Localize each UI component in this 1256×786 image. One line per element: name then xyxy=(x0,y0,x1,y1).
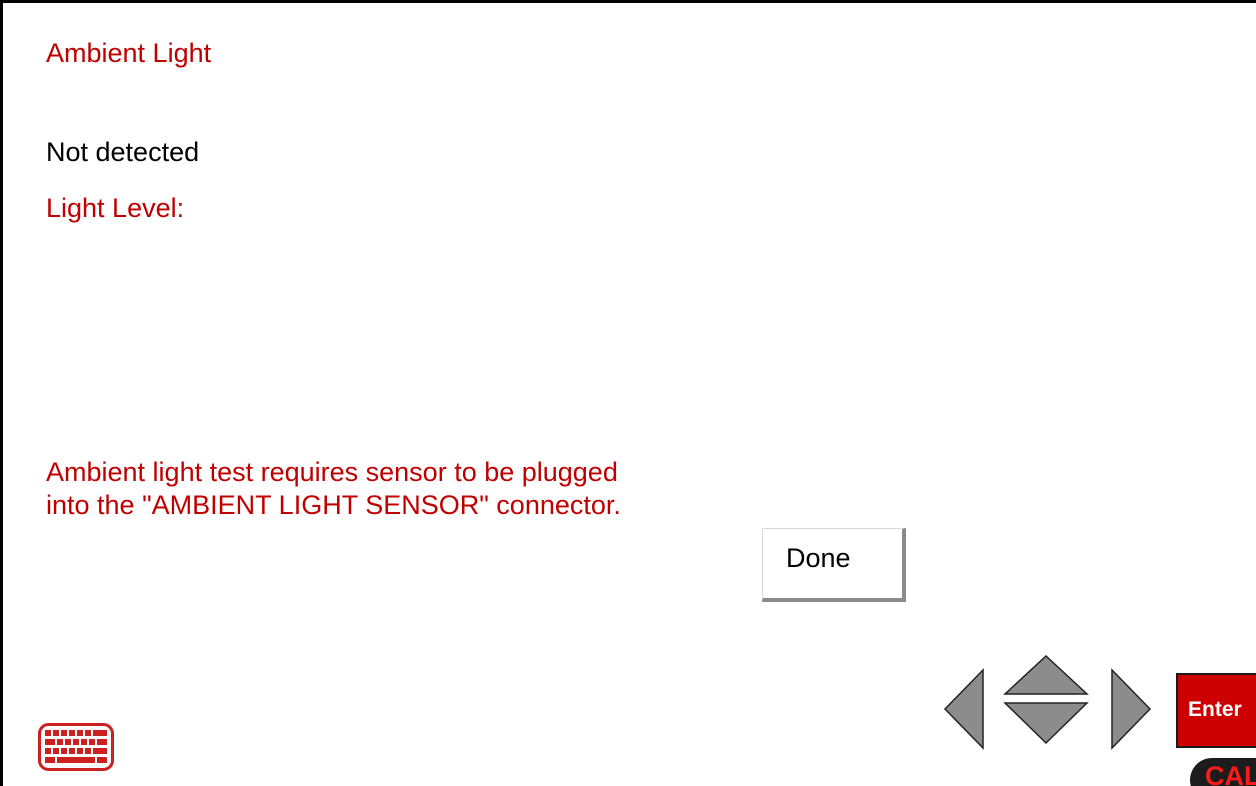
page-title: Ambient Light xyxy=(46,38,212,68)
test-screen: Ambient Light Not detected Light Level: … xyxy=(0,0,1256,786)
keyboard-icon[interactable] xyxy=(38,723,114,771)
sensor-status-text: Not detected xyxy=(46,137,200,167)
arrow-down-icon[interactable] xyxy=(1003,701,1089,745)
arrow-up-icon[interactable] xyxy=(1003,654,1089,696)
enter-button[interactable]: Enter xyxy=(1176,673,1256,748)
cal-badge: CAL xyxy=(1190,758,1256,786)
instruction-line-1: Ambient light test requires sensor to be… xyxy=(46,457,618,487)
arrow-left-icon[interactable] xyxy=(943,668,985,750)
arrow-right-icon[interactable] xyxy=(1110,668,1152,750)
sensor-instruction-message: Ambient light test requires sensor to be… xyxy=(46,456,621,522)
done-button[interactable]: Done xyxy=(762,528,906,602)
instruction-line-2: into the "AMBIENT LIGHT SENSOR" connecto… xyxy=(46,490,621,520)
light-level-label: Light Level: xyxy=(46,193,185,223)
